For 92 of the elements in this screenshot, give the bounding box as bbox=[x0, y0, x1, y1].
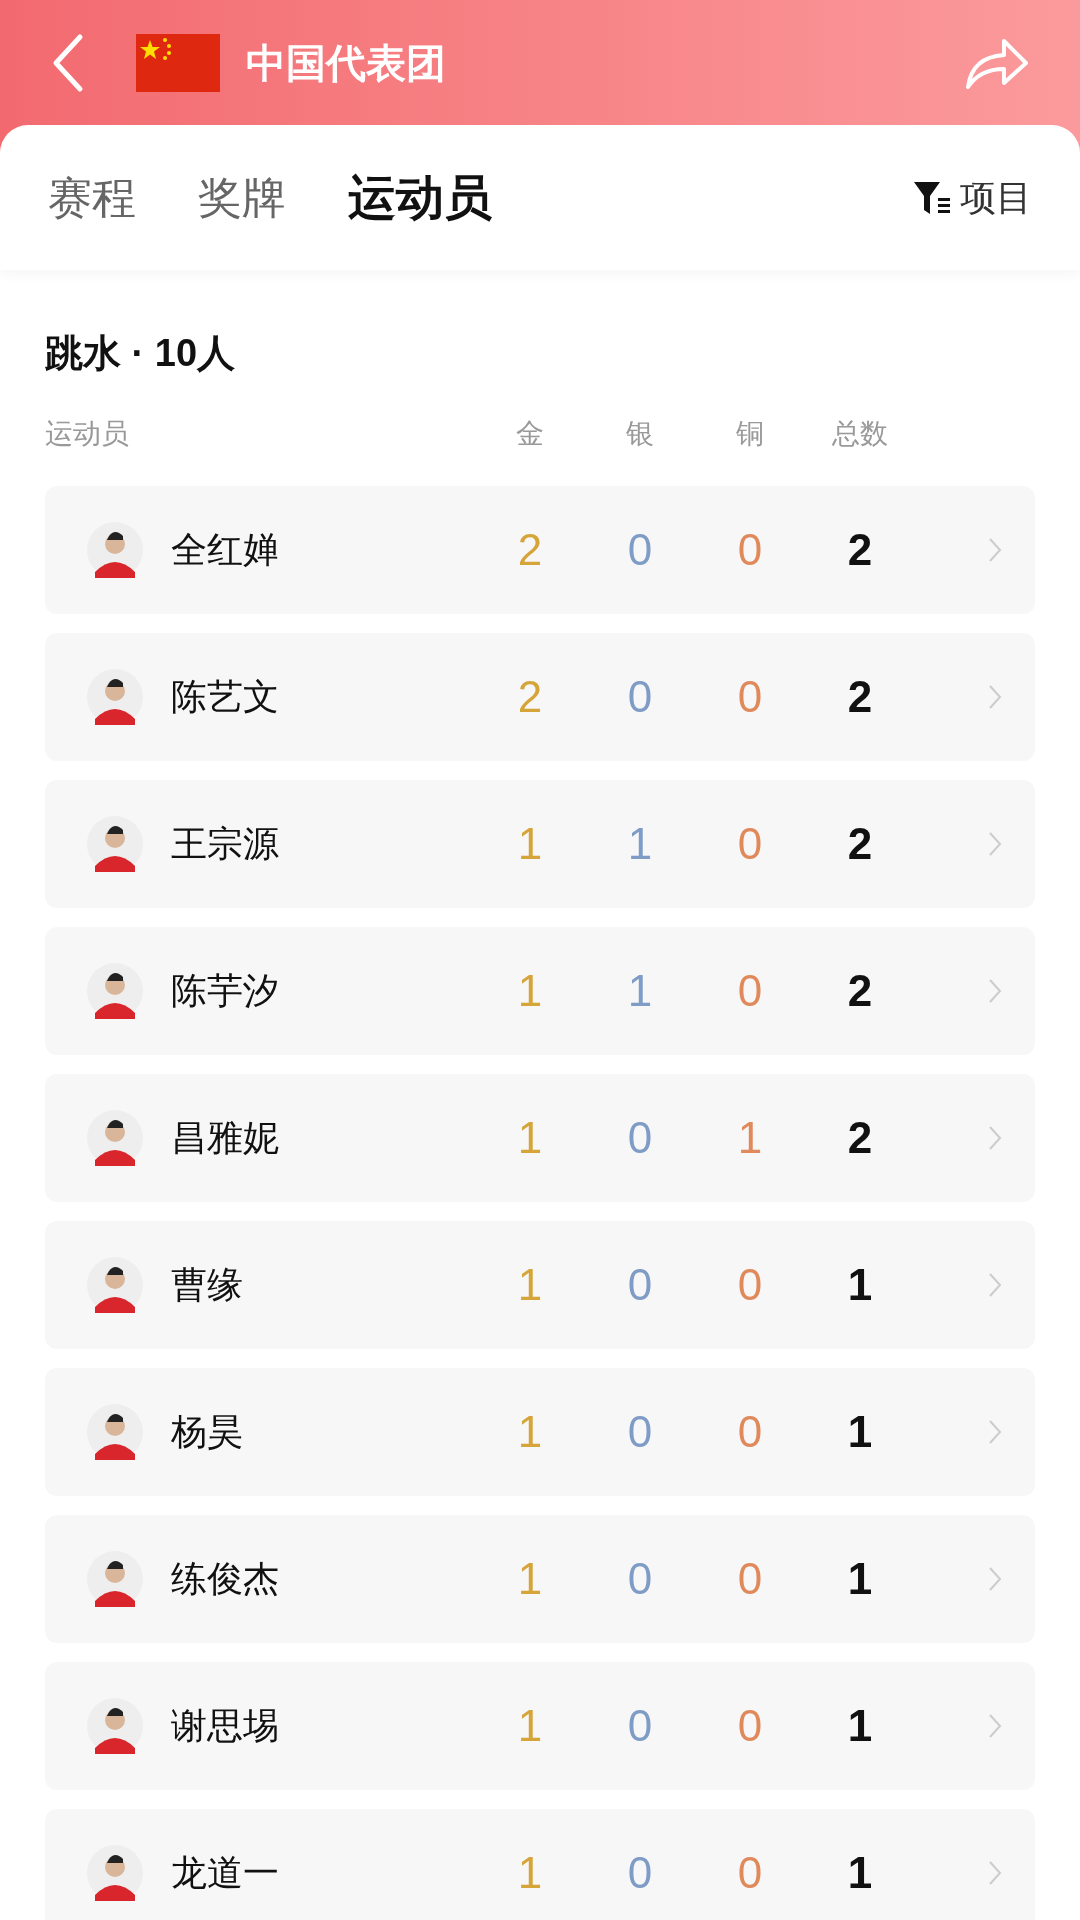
column-header: 铜 bbox=[736, 417, 764, 451]
medal-count: 1 bbox=[847, 1406, 873, 1458]
athlete-name: 曹缘 bbox=[171, 1263, 244, 1307]
chevron-icon bbox=[988, 537, 1002, 563]
athlete-name: 谢思埸 bbox=[171, 1704, 280, 1748]
column-header: 银 bbox=[626, 417, 654, 451]
avatar-icon bbox=[87, 522, 143, 578]
medal-count: 2 bbox=[517, 524, 543, 576]
chevron-icon bbox=[988, 1860, 1002, 1886]
medal-count: 0 bbox=[627, 1700, 653, 1752]
medal-count: 2 bbox=[847, 965, 873, 1017]
medal-count: 0 bbox=[627, 1112, 653, 1164]
medal-count: 1 bbox=[517, 1700, 543, 1752]
avatar-icon bbox=[87, 963, 143, 1019]
medal-count: 0 bbox=[627, 1553, 653, 1605]
medal-count: 1 bbox=[517, 1259, 543, 1311]
chevron-icon bbox=[988, 978, 1002, 1004]
athlete-name: 全红婵 bbox=[171, 528, 280, 572]
athlete-name: 昌雅妮 bbox=[171, 1116, 280, 1160]
filter-button[interactable]: 项目 bbox=[912, 170, 1032, 225]
medal-count: 1 bbox=[847, 1259, 873, 1311]
medal-count: 1 bbox=[737, 1112, 763, 1164]
medal-count: 1 bbox=[517, 1112, 543, 1164]
athlete-row[interactable]: 王宗源 1 1 0 2 bbox=[45, 780, 1035, 908]
medal-count: 0 bbox=[737, 1406, 763, 1458]
column-header: 运动员 bbox=[45, 417, 130, 451]
chevron-icon bbox=[988, 1566, 1002, 1592]
medal-count: 1 bbox=[627, 818, 653, 870]
section-title: 跳水 · 10人 bbox=[45, 331, 237, 376]
medal-count: 0 bbox=[737, 1259, 763, 1311]
tab[interactable]: 运动员 bbox=[348, 161, 492, 234]
medal-count: 1 bbox=[517, 1553, 543, 1605]
medal-count: 1 bbox=[847, 1553, 873, 1605]
medal-count: 2 bbox=[847, 818, 873, 870]
medal-count: 1 bbox=[517, 818, 543, 870]
athlete-row[interactable]: 陈芋汐 1 1 0 2 bbox=[45, 927, 1035, 1055]
avatar-icon bbox=[87, 1404, 143, 1460]
avatar-icon bbox=[87, 1551, 143, 1607]
avatar-icon bbox=[87, 1845, 143, 1901]
medal-count: 1 bbox=[847, 1847, 873, 1899]
avatar-icon bbox=[87, 1257, 143, 1313]
chevron-icon bbox=[988, 684, 1002, 710]
athlete-row[interactable]: 练俊杰 1 0 0 1 bbox=[45, 1515, 1035, 1643]
medal-count: 0 bbox=[737, 818, 763, 870]
column-header: 金 bbox=[516, 417, 544, 451]
medal-count: 0 bbox=[627, 1847, 653, 1899]
tab[interactable]: 赛程 bbox=[48, 164, 136, 231]
athlete-name: 龙道一 bbox=[171, 1851, 280, 1895]
medal-count: 1 bbox=[517, 1406, 543, 1458]
avatar-icon bbox=[87, 816, 143, 872]
medal-count: 1 bbox=[517, 965, 543, 1017]
medal-count: 0 bbox=[737, 1553, 763, 1605]
athlete-row[interactable]: 昌雅妮 1 0 1 2 bbox=[45, 1074, 1035, 1202]
medal-count: 1 bbox=[847, 1700, 873, 1752]
medal-count: 0 bbox=[737, 1700, 763, 1752]
medal-count: 1 bbox=[627, 965, 653, 1017]
medal-count: 1 bbox=[517, 1847, 543, 1899]
avatar-icon bbox=[87, 1110, 143, 1166]
chevron-icon bbox=[988, 831, 1002, 857]
medal-count: 0 bbox=[737, 524, 763, 576]
medal-count: 0 bbox=[737, 965, 763, 1017]
athlete-name: 陈艺文 bbox=[171, 675, 280, 719]
athlete-row[interactable]: 全红婵 2 0 0 2 bbox=[45, 486, 1035, 614]
avatar-icon bbox=[87, 1698, 143, 1754]
athlete-name: 陈芋汐 bbox=[171, 969, 280, 1013]
athlete-row[interactable]: 龙道一 1 0 0 1 bbox=[45, 1809, 1035, 1920]
chevron-icon bbox=[988, 1419, 1002, 1445]
athlete-name: 杨昊 bbox=[171, 1410, 244, 1454]
flag-icon bbox=[136, 33, 220, 92]
avatar-icon bbox=[87, 669, 143, 725]
chevron-icon bbox=[988, 1125, 1002, 1151]
athlete-row[interactable]: 曹缘 1 0 0 1 bbox=[45, 1221, 1035, 1349]
athlete-name: 练俊杰 bbox=[171, 1557, 280, 1601]
athlete-row[interactable]: 陈艺文 2 0 0 2 bbox=[45, 633, 1035, 761]
chevron-icon bbox=[988, 1272, 1002, 1298]
medal-count: 2 bbox=[847, 1112, 873, 1164]
athlete-row[interactable]: 谢思埸 1 0 0 1 bbox=[45, 1662, 1035, 1790]
column-header: 总数 bbox=[832, 417, 888, 451]
medal-count: 0 bbox=[737, 671, 763, 723]
medal-count: 0 bbox=[737, 1847, 763, 1899]
medal-count: 2 bbox=[847, 671, 873, 723]
athlete-row[interactable]: 杨昊 1 0 0 1 bbox=[45, 1368, 1035, 1496]
medal-count: 2 bbox=[847, 524, 873, 576]
medal-count: 0 bbox=[627, 1406, 653, 1458]
athlete-name: 王宗源 bbox=[171, 822, 280, 866]
medal-count: 0 bbox=[627, 671, 653, 723]
medal-count: 2 bbox=[517, 671, 543, 723]
medal-count: 0 bbox=[627, 1259, 653, 1311]
page-title: 中国代表团 bbox=[246, 39, 446, 87]
tab[interactable]: 奖牌 bbox=[198, 164, 286, 231]
medal-count: 0 bbox=[627, 524, 653, 576]
chevron-icon bbox=[988, 1713, 1002, 1739]
